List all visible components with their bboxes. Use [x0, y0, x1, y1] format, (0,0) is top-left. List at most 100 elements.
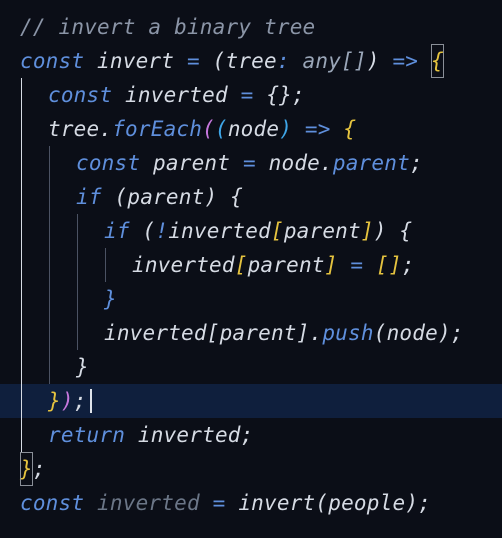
line-content: const invert = (tree: any[]) => { — [20, 44, 444, 78]
indent-guide — [105, 248, 106, 282]
code-token: ) — [373, 219, 387, 243]
code-token: any[] — [289, 49, 367, 73]
text-cursor — [90, 389, 92, 413]
line-content: if (parent) { — [76, 180, 243, 214]
line-1[interactable]: const invert = (tree: any[]) => { — [0, 44, 502, 78]
code-token: ] — [324, 253, 338, 277]
line-14[interactable]: const inverted = invert(people); — [0, 486, 502, 520]
code-token: inverted — [168, 219, 271, 243]
code-editor[interactable]: // invert a binary tree const invert = (… — [0, 0, 502, 538]
code-token: invert — [84, 49, 187, 73]
code-token: ) — [204, 185, 218, 209]
code-token: } — [104, 287, 117, 311]
code-token: {} — [253, 83, 293, 107]
code-token: { — [431, 44, 444, 78]
indent-guide — [77, 214, 78, 350]
code-token: push — [322, 321, 374, 345]
line-3[interactable]: tree.forEach((node) => { — [0, 112, 502, 146]
code-token: ] — [360, 219, 374, 243]
code-token: } — [76, 355, 89, 379]
line-2[interactable]: const inverted = {}; — [0, 78, 502, 112]
code-token: return — [48, 423, 126, 447]
line-5[interactable]: if (parent) { — [0, 180, 502, 214]
code-token: parent — [332, 151, 410, 175]
code-token: tree — [48, 117, 100, 141]
line-content: inverted[parent].push(node); — [104, 316, 464, 350]
code-token: parent — [283, 219, 361, 243]
code-token: [] — [376, 253, 402, 277]
code-token: node — [227, 117, 280, 141]
code-token: = — [186, 49, 200, 73]
code-token: ; — [240, 423, 254, 447]
line-10[interactable]: } — [0, 350, 502, 384]
code-token: = — [199, 491, 226, 515]
code-token: ( — [199, 49, 226, 73]
code-token: => — [292, 117, 331, 141]
code-token: // invert a binary tree — [20, 15, 316, 39]
code-token: if — [76, 185, 102, 209]
code-token: ( — [129, 219, 156, 243]
code-token: parent — [247, 253, 325, 277]
code-token: const — [76, 151, 141, 175]
line-11[interactable]: }); — [0, 384, 502, 418]
code-token: = — [242, 151, 256, 175]
code-token: = — [337, 253, 364, 277]
line-9[interactable]: inverted[parent].push(node); — [0, 316, 502, 350]
code-token: => — [379, 49, 419, 73]
code-token: ( — [101, 185, 128, 209]
line-6[interactable]: if (!inverted[parent]) { — [0, 214, 502, 248]
code-token: { — [217, 185, 243, 209]
code-token: forEach — [112, 117, 203, 141]
line-content: const parent = node.parent; — [76, 146, 423, 180]
code-token: inverted — [132, 253, 235, 277]
code-token: [ — [270, 219, 284, 243]
line-8[interactable]: } — [0, 282, 502, 316]
code-token: ; — [292, 83, 305, 107]
line-content: if (!inverted[parent]) { — [104, 214, 412, 248]
code-token: tree — [225, 49, 277, 73]
line-7[interactable]: inverted[parent] = []; — [0, 248, 502, 282]
line-content: const inverted = {}; — [48, 78, 305, 112]
code-token: ) — [437, 321, 451, 345]
code-token: . — [309, 321, 323, 345]
code-token: ( — [315, 491, 329, 515]
line-content: inverted[parent] = []; — [132, 248, 415, 282]
line-content: tree.forEach((node) => { — [48, 112, 356, 146]
code-token: inverted — [125, 423, 241, 447]
code-token: parent — [140, 151, 243, 175]
line-0[interactable]: // invert a binary tree — [0, 10, 502, 44]
line-content: }; — [20, 452, 46, 486]
code-token: . — [320, 151, 333, 175]
code-token: parent — [127, 185, 205, 209]
code-token: ! — [155, 219, 169, 243]
code-token: const — [20, 49, 85, 73]
indent-guide — [21, 78, 22, 452]
code-token: ( — [214, 117, 228, 141]
code-token: ( — [373, 321, 387, 345]
code-token: ; — [73, 389, 87, 413]
code-token: { — [343, 117, 357, 141]
code-token: ( — [202, 117, 215, 141]
code-token: ; — [450, 321, 464, 345]
code-token: ; — [401, 253, 415, 277]
code-token: : — [276, 49, 290, 73]
code-token: node — [255, 151, 321, 175]
line-content: } — [104, 282, 117, 316]
code-token: invert — [225, 491, 316, 515]
line-13[interactable]: }; — [0, 452, 502, 486]
line-4[interactable]: const parent = node.parent; — [0, 146, 502, 180]
line-content: }); — [48, 384, 87, 418]
code-token: { — [386, 219, 413, 243]
line-content: // invert a binary tree — [20, 10, 315, 44]
line-content: const inverted = invert(people); — [20, 486, 431, 520]
code-token: ) — [366, 49, 380, 73]
line-content: } — [76, 350, 89, 384]
code-token: } — [48, 389, 61, 413]
code-token: parent — [219, 321, 297, 345]
line-12[interactable]: return inverted; — [0, 418, 502, 452]
code-token: ) — [405, 491, 419, 515]
code-token: inverted — [112, 83, 241, 107]
